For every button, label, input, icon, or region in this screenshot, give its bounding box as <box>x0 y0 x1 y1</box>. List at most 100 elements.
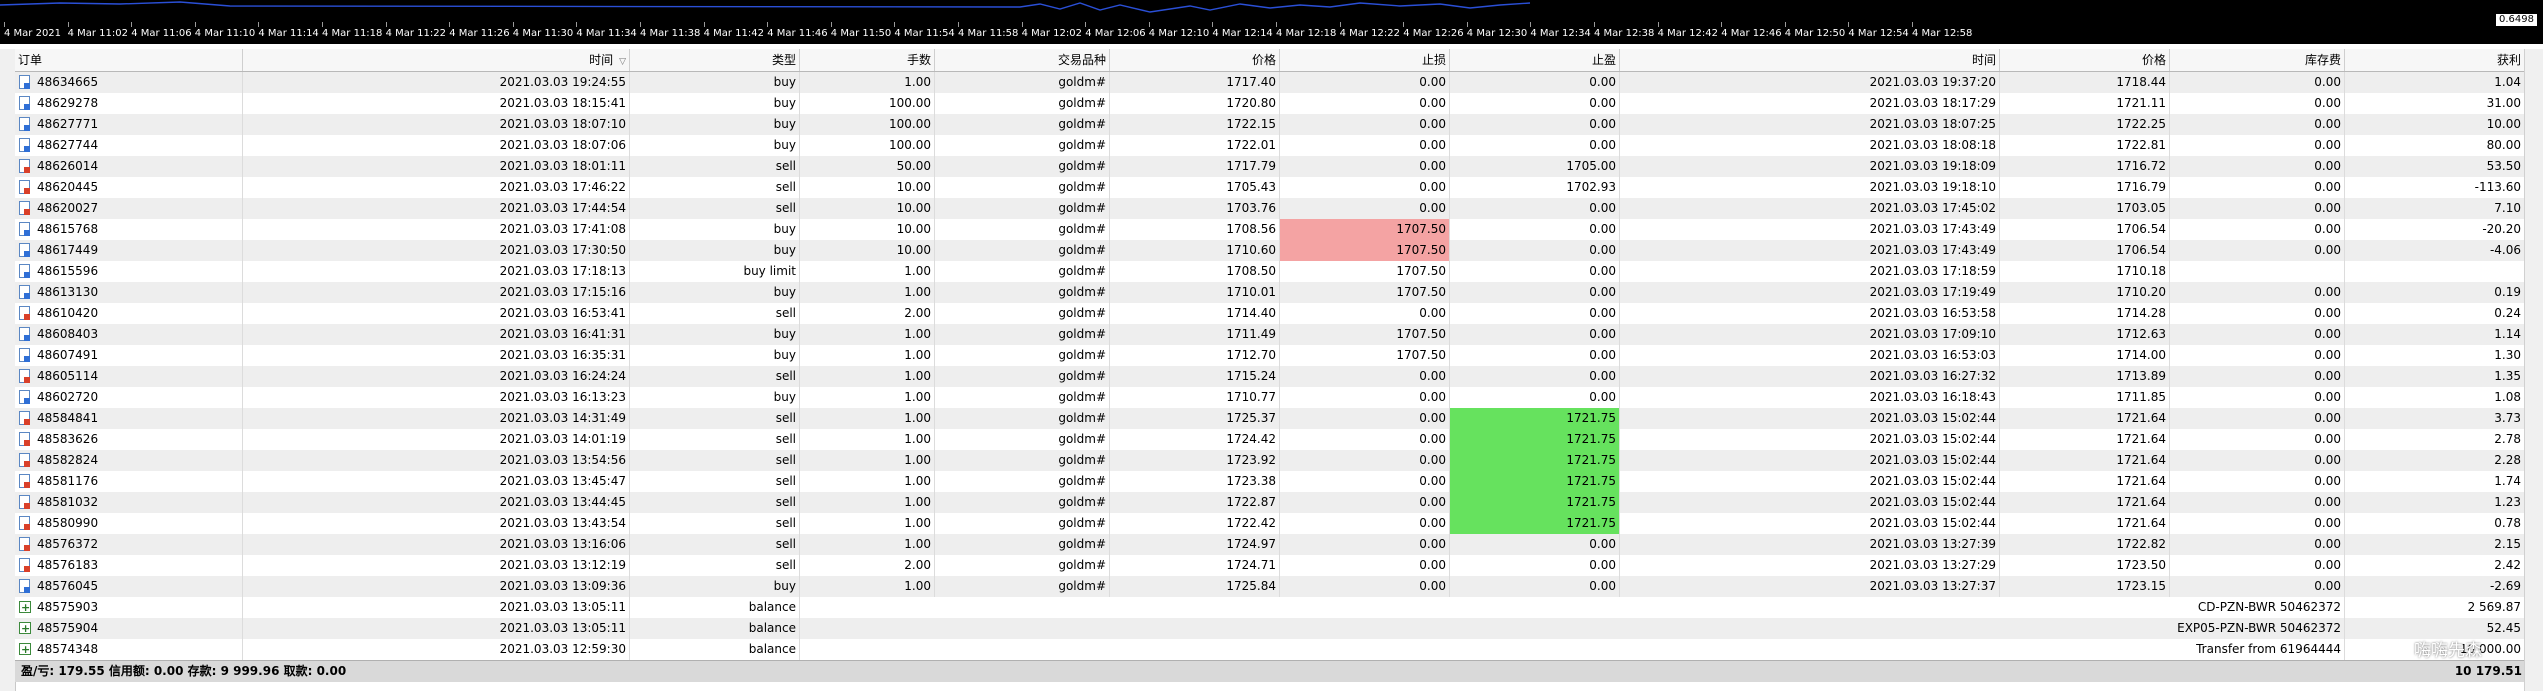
order-ticket-cell: 48605114 <box>15 366 243 387</box>
sell-order-icon <box>19 432 30 446</box>
swap-cell: 0.00 <box>2170 240 2345 261</box>
table-row[interactable]: 48610420 2021.03.03 16:53:41 sell 2.00 goldm… <box>15 303 2525 324</box>
order-ticket: 48607491 <box>37 348 99 362</box>
sell-order-icon <box>19 474 30 488</box>
close-price-cell: 1723.50 <box>2000 555 2170 576</box>
close-price-cell: 1712.63 <box>2000 324 2170 345</box>
stop-loss-cell: 0.00 <box>1280 366 1450 387</box>
col-header-order[interactable]: 订单 <box>15 49 243 71</box>
col-header-stop-loss[interactable]: 止损 <box>1280 49 1450 71</box>
open-time-cell: 2021.03.03 16:24:24 <box>243 366 630 387</box>
take-profit-cell: 0.00 <box>1450 303 1620 324</box>
table-row[interactable]: 48605114 2021.03.03 16:24:24 sell 1.00 goldm… <box>15 366 2525 387</box>
symbol-cell: goldm# <box>935 366 1110 387</box>
take-profit-cell: 0.00 <box>1450 114 1620 135</box>
swap-cell: 0.00 <box>2170 492 2345 513</box>
symbol-cell: goldm# <box>935 156 1110 177</box>
table-row[interactable]: 48584841 2021.03.03 14:31:49 sell 1.00 goldm… <box>15 408 2525 429</box>
table-row[interactable]: 48576045 2021.03.03 13:09:36 buy 1.00 goldm#… <box>15 576 2525 597</box>
order-ticket-cell: 48602720 <box>15 387 243 408</box>
type-cell: buy <box>630 72 800 93</box>
sell-order-icon <box>19 558 30 572</box>
balance-plus-icon <box>19 597 31 618</box>
symbol-cell: goldm# <box>935 387 1110 408</box>
order-ticket-cell: 48583626 <box>15 429 243 450</box>
col-header-open-price[interactable]: 价格 <box>1110 49 1280 71</box>
table-row[interactable]: 48602720 2021.03.03 16:13:23 buy 1.00 goldm#… <box>15 387 2525 408</box>
close-price-cell: 1721.64 <box>2000 450 2170 471</box>
col-header-open-time[interactable]: 时间 ▽ <box>243 49 630 71</box>
table-row[interactable]: 48608403 2021.03.03 16:41:31 buy 1.00 goldm#… <box>15 324 2525 345</box>
table-row[interactable]: 48576372 2021.03.03 13:16:06 sell 1.00 goldm… <box>15 534 2525 555</box>
take-profit-cell: 0.00 <box>1450 240 1620 261</box>
take-profit-cell: 0.00 <box>1450 387 1620 408</box>
close-time-cell: 2021.03.03 19:18:09 <box>1620 156 2000 177</box>
order-ticket: 48634665 <box>37 75 99 89</box>
table-row[interactable]: 48580990 2021.03.03 13:43:54 sell 1.00 goldm… <box>15 513 2525 534</box>
table-row[interactable]: 48583626 2021.03.03 14:01:19 sell 1.00 goldm… <box>15 429 2525 450</box>
table-row[interactable]: 48627744 2021.03.03 18:07:06 buy 100.00 gold… <box>15 135 2525 156</box>
table-row[interactable]: 48626014 2021.03.03 18:01:11 sell 50.00 gold… <box>15 156 2525 177</box>
type-cell: buy <box>630 576 800 597</box>
table-row[interactable]: 48634665 2021.03.03 19:24:55 buy 1.00 goldm#… <box>15 72 2525 93</box>
close-time-cell: 2021.03.03 18:07:25 <box>1620 114 2000 135</box>
summary-text: 盈/亏: 179.55 信用额: 0.00 存款: 9 999.96 取款: 0… <box>21 664 347 678</box>
terminal-side-strip[interactable] <box>0 49 16 691</box>
order-ticket: 48615768 <box>37 222 99 236</box>
table-row[interactable]: 48627771 2021.03.03 18:07:10 buy 100.00 gold… <box>15 114 2525 135</box>
open-time-cell: 2021.03.03 13:05:11 <box>243 597 630 618</box>
col-header-lots[interactable]: 手数 <box>800 49 935 71</box>
open-time-cell: 2021.03.03 13:54:56 <box>243 450 630 471</box>
lots-cell: 10.00 <box>800 177 935 198</box>
table-row[interactable]: 48615596 2021.03.03 17:18:13 buy limit 1.00… <box>15 261 2525 282</box>
col-header-take-profit[interactable]: 止盈 <box>1450 49 1620 71</box>
buy-order-icon <box>19 222 30 236</box>
balance-row[interactable]: 48575903 2021.03.03 13:05:11balanceCD-PZN… <box>15 597 2525 618</box>
lots-cell: 1.00 <box>800 282 935 303</box>
type-cell: sell <box>630 198 800 219</box>
vertical-scrollbar[interactable] <box>2524 49 2543 691</box>
table-row[interactable]: 48629278 2021.03.03 18:15:41 buy 100.00 gold… <box>15 93 2525 114</box>
col-header-profit[interactable]: 获利 <box>2345 49 2525 71</box>
table-row[interactable]: 48582824 2021.03.03 13:54:56 sell 1.00 goldm… <box>15 450 2525 471</box>
close-price-cell: 1716.72 <box>2000 156 2170 177</box>
col-header-swap[interactable]: 库存费 <box>2170 49 2345 71</box>
type-cell: sell <box>630 156 800 177</box>
order-ticket: 48602720 <box>37 390 99 404</box>
col-header-symbol[interactable]: 交易品种 <box>935 49 1110 71</box>
stop-loss-cell: 0.00 <box>1280 450 1450 471</box>
col-header-type[interactable]: 类型 <box>630 49 800 71</box>
order-ticket-cell: 48576183 <box>15 555 243 576</box>
buy-order-icon <box>19 243 30 257</box>
close-time-cell: 2021.03.03 17:43:49 <box>1620 240 2000 261</box>
close-time-cell: 2021.03.03 17:43:49 <box>1620 219 2000 240</box>
profit-cell: 1.23 <box>2345 492 2525 513</box>
table-row[interactable]: 48620027 2021.03.03 17:44:54 sell 10.00 gold… <box>15 198 2525 219</box>
table-row[interactable]: 48607491 2021.03.03 16:35:31 buy 1.00 goldm#… <box>15 345 2525 366</box>
col-header-close-price[interactable]: 价格 <box>2000 49 2170 71</box>
swap-cell: 0.00 <box>2170 72 2345 93</box>
table-row[interactable]: 48576183 2021.03.03 13:12:19 sell 2.00 goldm… <box>15 555 2525 576</box>
close-price-cell: 1721.64 <box>2000 408 2170 429</box>
table-row[interactable]: 48617449 2021.03.03 17:30:50 buy 10.00 goldm… <box>15 240 2525 261</box>
type-cell: sell <box>630 471 800 492</box>
profit-cell: 2 569.87 <box>2345 597 2525 618</box>
table-row[interactable]: 48581032 2021.03.03 13:44:45 sell 1.00 goldm… <box>15 492 2525 513</box>
table-row[interactable]: 48613130 2021.03.03 17:15:16 buy 1.00 goldm#… <box>15 282 2525 303</box>
time-axis-tick: 4 Mar 11:06 <box>131 22 192 39</box>
type-cell: balance <box>630 597 800 618</box>
table-row[interactable]: 48620445 2021.03.03 17:46:22 sell 10.00 gold… <box>15 177 2525 198</box>
take-profit-cell: 1721.75 <box>1450 408 1620 429</box>
table-row[interactable]: 48581176 2021.03.03 13:45:47 sell 1.00 goldm… <box>15 471 2525 492</box>
history-table[interactable]: 订单 时间 ▽ 类型 手数 交易品种 价格 止损 止盈 时间 价格 库存费 获利 … <box>15 49 2525 682</box>
type-cell: balance <box>630 618 800 639</box>
order-ticket-cell: 48608403 <box>15 324 243 345</box>
balance-row[interactable]: 48574348 2021.03.03 12:59:30balanceTransf… <box>15 639 2525 660</box>
col-header-close-time[interactable]: 时间 <box>1620 49 2000 71</box>
swap-cell: 0.00 <box>2170 177 2345 198</box>
profit-cell: 2.78 <box>2345 429 2525 450</box>
balance-row[interactable]: 48575904 2021.03.03 13:05:11balanceEXP05-… <box>15 618 2525 639</box>
time-axis-tick: 4 Mar 11:02 <box>67 22 128 39</box>
account-history-panel[interactable]: 订单 时间 ▽ 类型 手数 交易品种 价格 止损 止盈 时间 价格 库存费 获利 … <box>0 49 2543 691</box>
table-row[interactable]: 48615768 2021.03.03 17:41:08 buy 10.00 goldm… <box>15 219 2525 240</box>
